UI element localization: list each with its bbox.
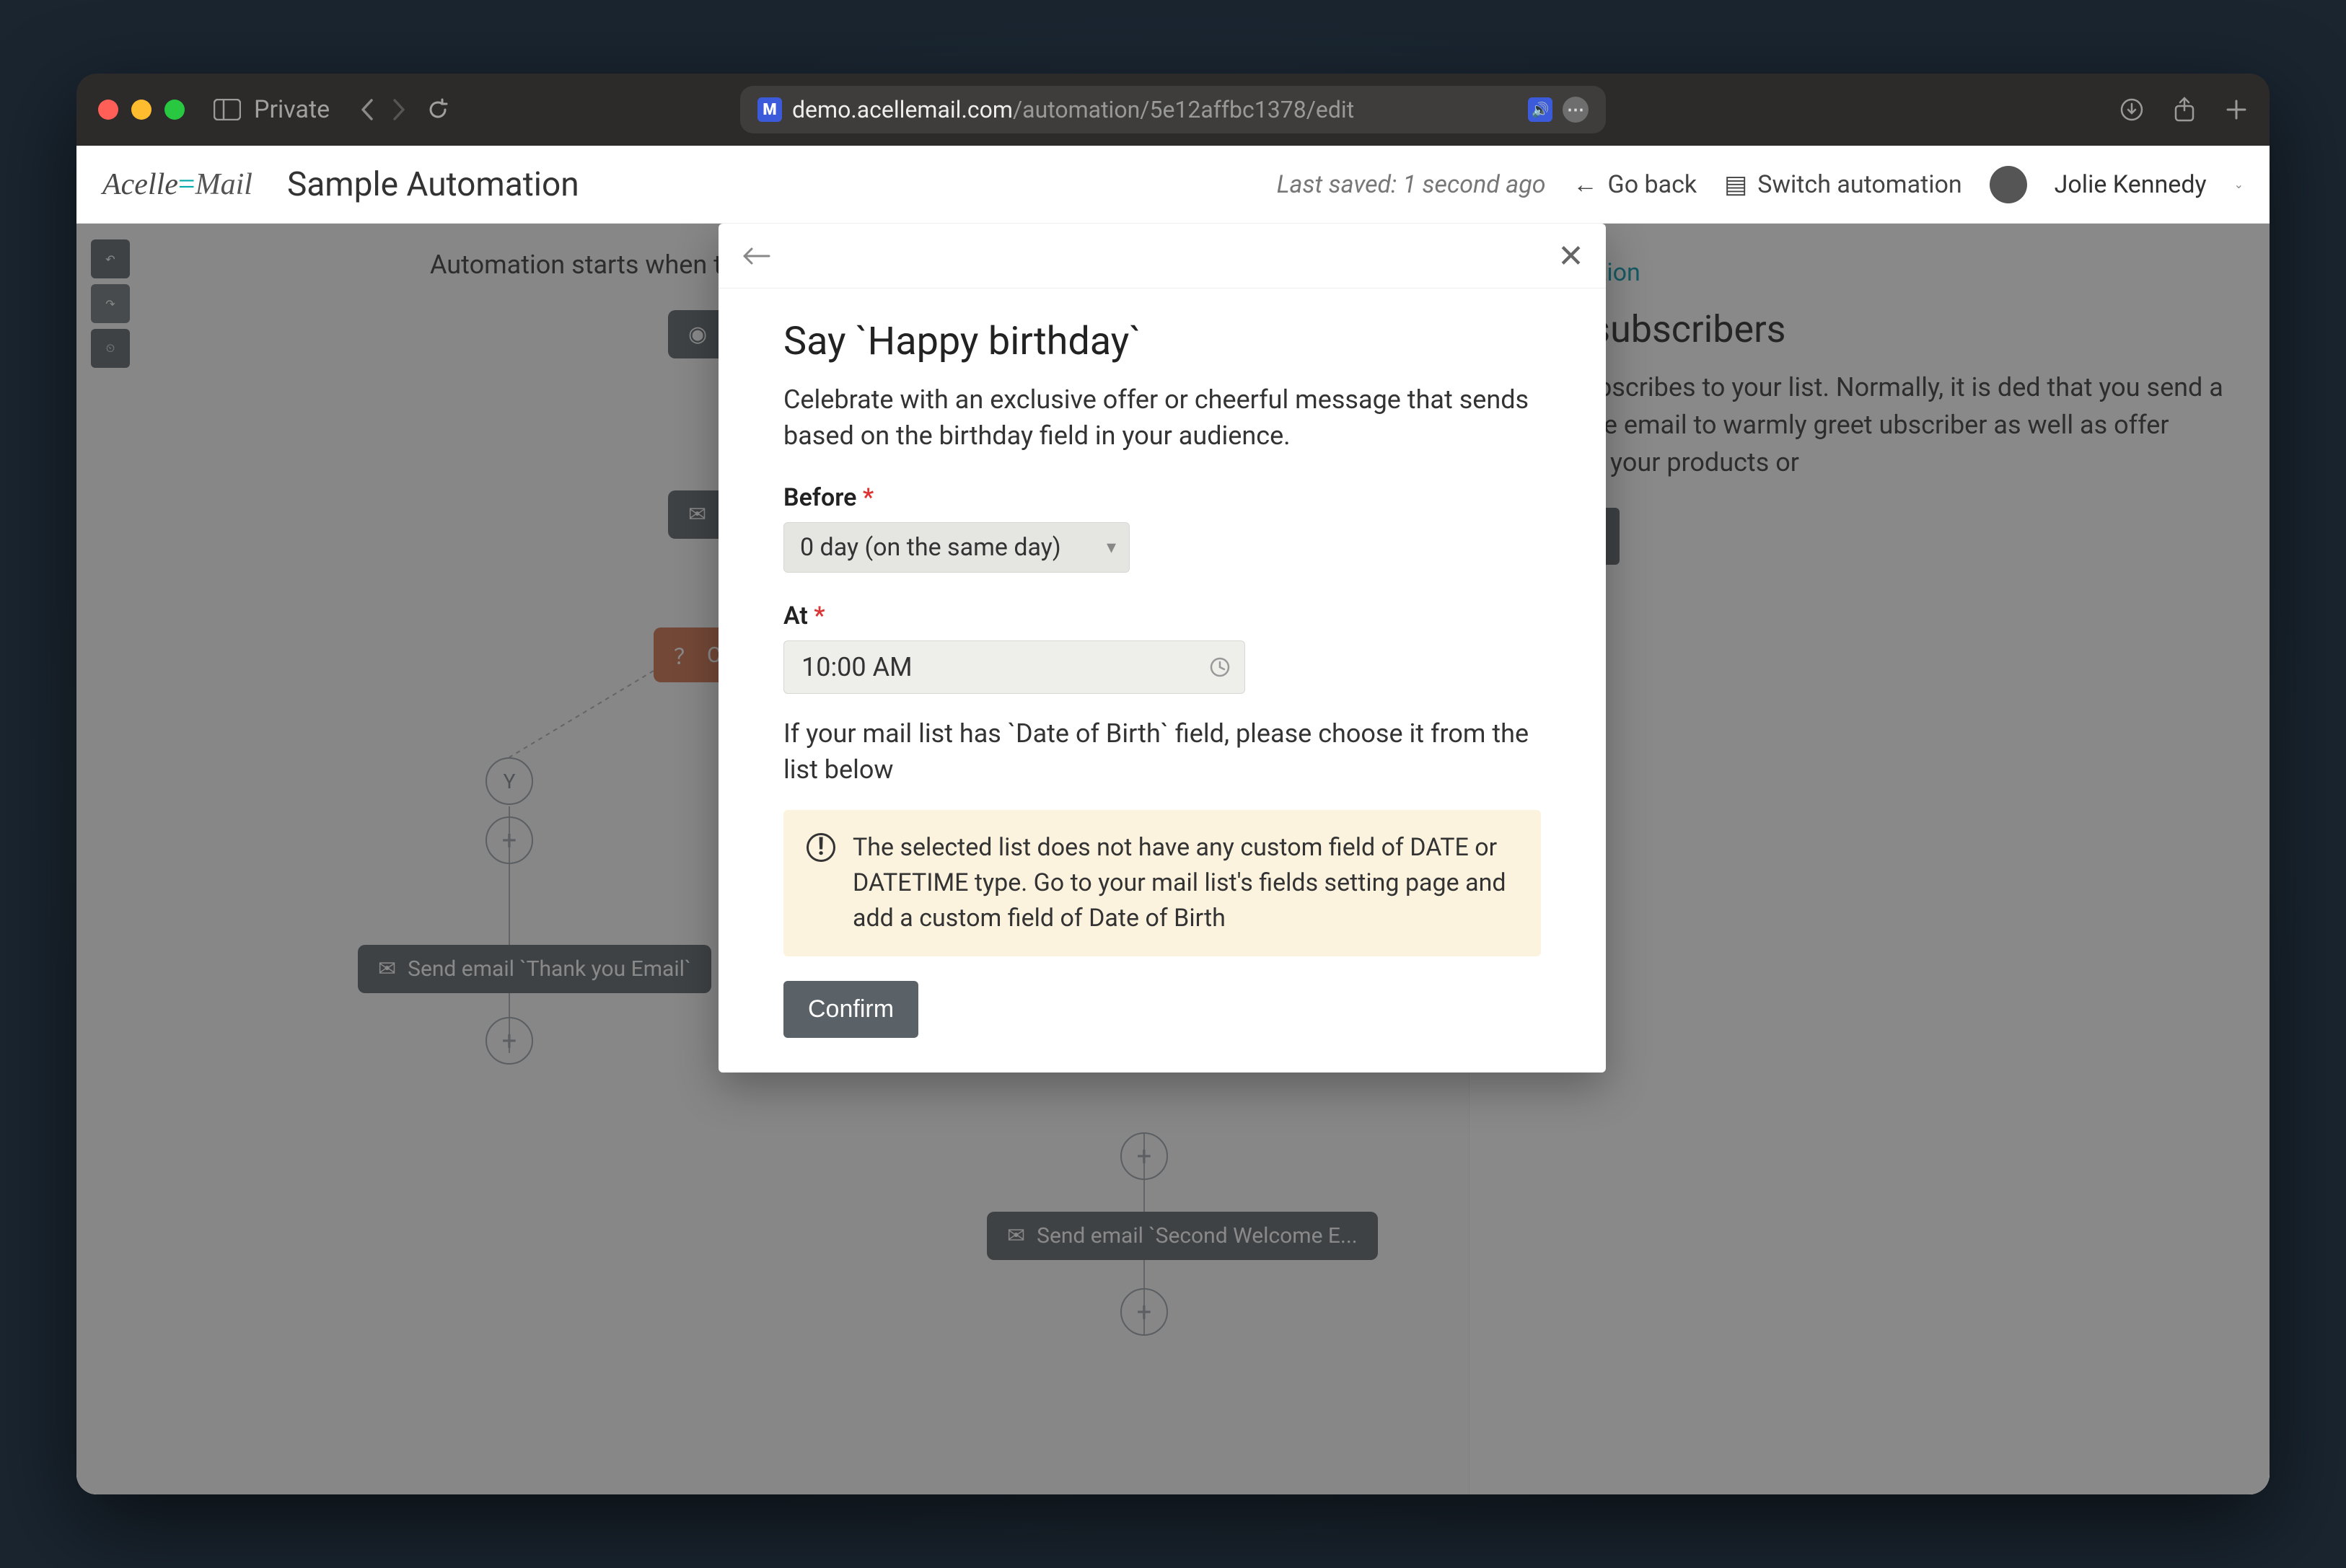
modal-description: Celebrate with an exclusive offer or che…: [783, 382, 1541, 454]
titlebar: Private M demo.acellemail.com/automation…: [76, 74, 2270, 146]
sidebar-toggle-icon[interactable]: [214, 99, 241, 120]
modal-body: Say `Happy birthday` Celebrate with an e…: [719, 289, 1606, 956]
url-text: demo.acellemail.com/automation/5e12affbc…: [792, 96, 1354, 123]
required-indicator: *: [863, 483, 874, 512]
user-menu-caret-icon[interactable]: ⌄: [2234, 177, 2244, 191]
modal-back-button[interactable]: [740, 245, 772, 268]
warning-text: The selected list does not have any cust…: [853, 830, 1518, 937]
alert-circle-icon: !: [807, 833, 835, 862]
at-time-input[interactable]: 10:00 AM: [783, 640, 1245, 694]
logo-part-a: Acelle: [102, 168, 178, 201]
last-saved-text: Last saved: 1 second ago: [1277, 170, 1546, 199]
logo-part-b: Mail: [196, 168, 252, 201]
nav-back-icon[interactable]: [359, 97, 374, 122]
app-header: Acelle=Mail Sample Automation Last saved…: [76, 146, 2270, 224]
browser-window: Private M demo.acellemail.com/automation…: [76, 74, 2270, 1494]
app-logo: Acelle=Mail: [102, 167, 252, 202]
before-label-text: Before: [783, 483, 856, 512]
panel-icon: ▤: [1724, 170, 1747, 199]
url-path: /automation/5e12affbc1378/edit: [1013, 96, 1354, 123]
modal-close-button[interactable]: ✕: [1558, 237, 1584, 275]
close-window-button[interactable]: [98, 100, 118, 120]
automation-name: Sample Automation: [287, 165, 579, 204]
audio-indicator-icon[interactable]: 🔊: [1528, 97, 1552, 122]
at-time-value: 10:00 AM: [801, 652, 913, 682]
warning-box: ! The selected list does not have any cu…: [783, 810, 1541, 957]
favicon-icon: M: [757, 97, 782, 122]
modal-header: ✕: [719, 224, 1606, 289]
confirm-button[interactable]: Confirm: [783, 981, 918, 1038]
before-select[interactable]: 0 day (on the same day) ▾: [783, 522, 1130, 573]
traffic-lights: [98, 100, 185, 120]
nav-forward-icon[interactable]: [392, 97, 408, 122]
required-indicator: *: [814, 602, 825, 630]
canvas-area: ↶ ↷ ⏲ Automation starts when the Automat…: [76, 224, 2270, 1494]
share-icon[interactable]: [2173, 96, 2196, 123]
user-name: Jolie Kennedy: [2055, 170, 2207, 199]
address-bar[interactable]: M demo.acellemail.com/automation/5e12aff…: [740, 86, 1606, 133]
modal-dialog: ✕ Say `Happy birthday` Celebrate with an…: [719, 224, 1606, 1073]
modal-title: Say `Happy birthday`: [783, 319, 1541, 364]
clock-icon: [1208, 656, 1231, 679]
private-label: Private: [254, 95, 330, 124]
at-label: At *: [783, 602, 1541, 630]
go-back-label: Go back: [1608, 170, 1697, 199]
switch-automation-label: Switch automation: [1757, 170, 1961, 199]
before-label: Before *: [783, 483, 1541, 512]
before-select-value: 0 day (on the same day): [800, 533, 1061, 562]
downloads-icon[interactable]: [2119, 97, 2144, 122]
maximize-window-button[interactable]: [164, 100, 185, 120]
app-content: Acelle=Mail Sample Automation Last saved…: [76, 146, 2270, 1494]
url-host: demo.acellemail.com: [792, 96, 1013, 123]
arrow-left-icon: ←: [1573, 170, 1598, 199]
new-tab-icon[interactable]: [2225, 98, 2248, 121]
page-menu-icon[interactable]: ⋯: [1563, 97, 1589, 123]
chevron-down-icon: ▾: [1107, 537, 1116, 558]
modal-hint: If your mail list has `Date of Birth` fi…: [783, 715, 1541, 788]
reload-icon[interactable]: [426, 98, 449, 121]
switch-automation-button[interactable]: ▤ Switch automation: [1724, 170, 1962, 199]
at-label-text: At: [783, 602, 808, 630]
minimize-window-button[interactable]: [131, 100, 151, 120]
user-avatar[interactable]: [1990, 166, 2027, 203]
go-back-button[interactable]: ← Go back: [1573, 170, 1697, 199]
